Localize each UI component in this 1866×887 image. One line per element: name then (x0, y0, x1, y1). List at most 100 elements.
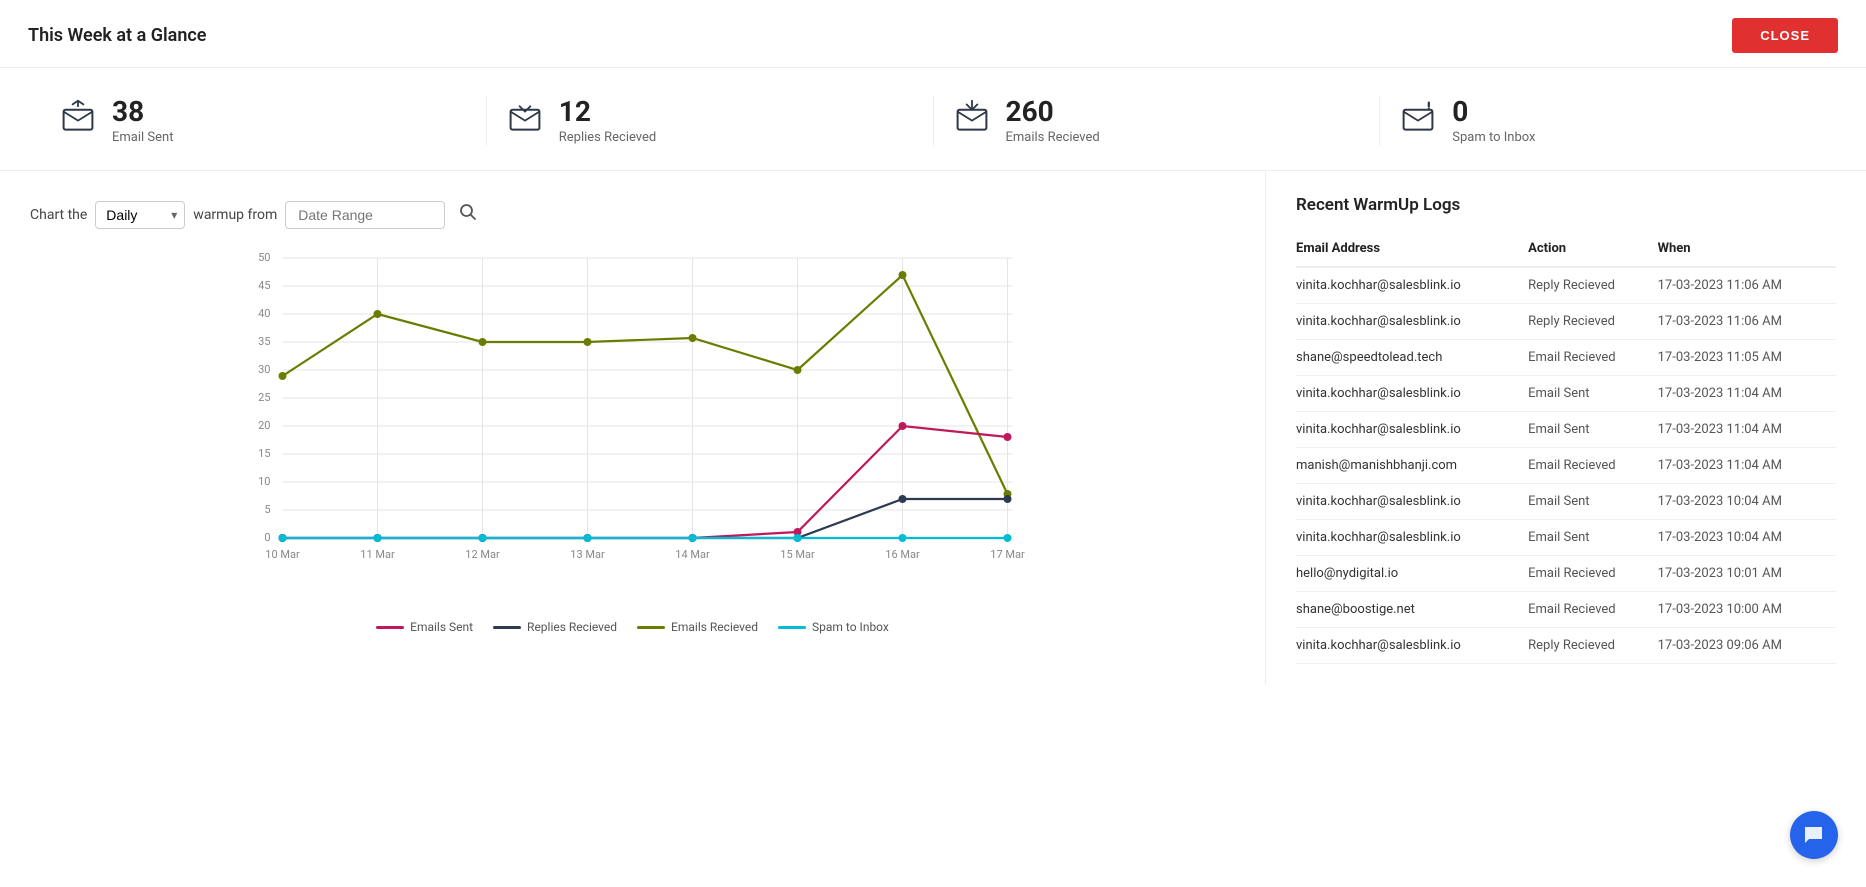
table-row: shane@boostige.net Email Recieved 17-03-… (1296, 592, 1836, 628)
log-when: 17-03-2023 10:01 AM (1658, 556, 1836, 592)
emails-received-number: 260 (1006, 97, 1100, 128)
stat-email-sent: 38 Email Sent (60, 97, 466, 145)
svg-text:40: 40 (258, 307, 270, 320)
emails-received-icon (954, 99, 990, 143)
log-action: Email Recieved (1528, 556, 1658, 592)
log-when: 17-03-2023 10:04 AM (1658, 520, 1836, 556)
stat-replies-received: 12 Replies Recieved (507, 97, 913, 145)
legend-emails-sent: Emails Sent (376, 620, 473, 634)
log-when: 17-03-2023 11:06 AM (1658, 267, 1836, 304)
stat-spam-to-inbox: 0 Spam to Inbox (1400, 97, 1806, 145)
table-row: vinita.kochhar@salesblink.io Reply Recie… (1296, 628, 1836, 664)
svg-text:45: 45 (258, 279, 270, 292)
search-button[interactable] (453, 199, 483, 230)
log-email: hello@nydigital.io (1296, 556, 1528, 592)
stats-row: 38 Email Sent 12 Replies Recieved (0, 68, 1866, 171)
log-action: Email Sent (1528, 412, 1658, 448)
log-email: manish@manishbhanji.com (1296, 448, 1528, 484)
close-button[interactable]: CLOSE (1732, 18, 1838, 53)
email-sent-label: Email Sent (112, 130, 173, 145)
page-title: This Week at a Glance (28, 25, 206, 46)
log-email: shane@speedtolead.tech (1296, 340, 1528, 376)
daily-select[interactable]: Daily Weekly Monthly (95, 201, 185, 229)
logs-table-header-row: Email Address Action When (1296, 233, 1836, 267)
date-range-input[interactable] (285, 201, 445, 229)
table-row: vinita.kochhar@salesblink.io Email Sent … (1296, 484, 1836, 520)
svg-text:5: 5 (264, 503, 270, 516)
log-when: 17-03-2023 09:06 AM (1658, 628, 1836, 664)
log-email: vinita.kochhar@salesblink.io (1296, 267, 1528, 304)
svg-text:17 Mar: 17 Mar (990, 548, 1025, 561)
logs-title: Recent WarmUp Logs (1296, 195, 1836, 215)
table-row: vinita.kochhar@salesblink.io Email Sent … (1296, 520, 1836, 556)
legend-replies-received-label: Replies Recieved (527, 620, 617, 634)
daily-select-wrapper[interactable]: Daily Weekly Monthly (95, 201, 185, 229)
email-sent-icon (60, 99, 96, 143)
svg-text:10: 10 (258, 475, 270, 488)
log-when: 17-03-2023 11:04 AM (1658, 412, 1836, 448)
log-action: Reply Recieved (1528, 628, 1658, 664)
log-when: 17-03-2023 11:04 AM (1658, 448, 1836, 484)
logs-table: Email Address Action When vinita.kochhar… (1296, 233, 1836, 664)
svg-text:14 Mar: 14 Mar (675, 548, 710, 561)
log-action: Email Sent (1528, 484, 1658, 520)
svg-text:0: 0 (264, 531, 270, 544)
svg-text:15: 15 (258, 447, 270, 460)
chart-legend: Emails Sent Replies Recieved Emails Reci… (30, 620, 1235, 634)
log-when: 17-03-2023 10:04 AM (1658, 484, 1836, 520)
svg-text:11 Mar: 11 Mar (360, 548, 395, 561)
svg-text:16 Mar: 16 Mar (885, 548, 920, 561)
svg-text:35: 35 (258, 335, 270, 348)
logs-col-action: Action (1528, 233, 1658, 267)
main-content: Chart the Daily Weekly Monthly warmup fr… (0, 171, 1866, 684)
header: This Week at a Glance CLOSE (0, 0, 1866, 68)
spam-to-inbox-icon (1400, 99, 1436, 143)
log-action: Email Recieved (1528, 448, 1658, 484)
svg-text:20: 20 (258, 419, 270, 432)
email-sent-number: 38 (112, 97, 173, 128)
log-action: Reply Recieved (1528, 304, 1658, 340)
search-icon (459, 203, 477, 221)
emails-received-label: Emails Recieved (1006, 130, 1100, 145)
svg-text:15 Mar: 15 Mar (780, 548, 815, 561)
chart-the-label: Chart the (30, 207, 87, 223)
table-row: vinita.kochhar@salesblink.io Email Sent … (1296, 412, 1836, 448)
table-row: hello@nydigital.io Email Recieved 17-03-… (1296, 556, 1836, 592)
chat-bubble[interactable] (1790, 811, 1838, 859)
legend-emails-received-line (637, 626, 665, 629)
log-email: vinita.kochhar@salesblink.io (1296, 412, 1528, 448)
log-action: Email Sent (1528, 520, 1658, 556)
table-row: vinita.kochhar@salesblink.io Email Sent … (1296, 376, 1836, 412)
log-email: vinita.kochhar@salesblink.io (1296, 304, 1528, 340)
svg-text:25: 25 (258, 391, 270, 404)
svg-text:10 Mar: 10 Mar (265, 548, 300, 561)
svg-text:12 Mar: 12 Mar (465, 548, 500, 561)
svg-text:30: 30 (258, 363, 270, 376)
chat-icon (1802, 823, 1826, 847)
log-email: vinita.kochhar@salesblink.io (1296, 484, 1528, 520)
replies-received-label: Replies Recieved (559, 130, 656, 145)
replies-received-icon (507, 99, 543, 143)
log-email: vinita.kochhar@salesblink.io (1296, 520, 1528, 556)
legend-emails-received: Emails Recieved (637, 620, 758, 634)
spam-to-inbox-number: 0 (1452, 97, 1535, 128)
chart-controls: Chart the Daily Weekly Monthly warmup fr… (30, 199, 1235, 230)
svg-text:50: 50 (258, 251, 270, 264)
chart-area: 0 5 10 15 20 25 30 35 40 45 50 10 Mar 11… (30, 248, 1235, 608)
log-action: Email Sent (1528, 376, 1658, 412)
table-row: vinita.kochhar@salesblink.io Reply Recie… (1296, 267, 1836, 304)
logs-col-when: When (1658, 233, 1836, 267)
table-row: vinita.kochhar@salesblink.io Reply Recie… (1296, 304, 1836, 340)
legend-emails-received-label: Emails Recieved (671, 620, 758, 634)
log-when: 17-03-2023 10:00 AM (1658, 592, 1836, 628)
log-when: 17-03-2023 11:06 AM (1658, 304, 1836, 340)
chart-section: Chart the Daily Weekly Monthly warmup fr… (0, 171, 1266, 684)
legend-spam-to-inbox-line (778, 626, 806, 629)
table-row: manish@manishbhanji.com Email Recieved 1… (1296, 448, 1836, 484)
spam-to-inbox-label: Spam to Inbox (1452, 130, 1535, 145)
line-chart: 0 5 10 15 20 25 30 35 40 45 50 10 Mar 11… (30, 248, 1235, 608)
replies-received-number: 12 (559, 97, 656, 128)
log-when: 17-03-2023 11:05 AM (1658, 340, 1836, 376)
warmup-from-label: warmup from (193, 207, 277, 223)
legend-spam-to-inbox: Spam to Inbox (778, 620, 889, 634)
